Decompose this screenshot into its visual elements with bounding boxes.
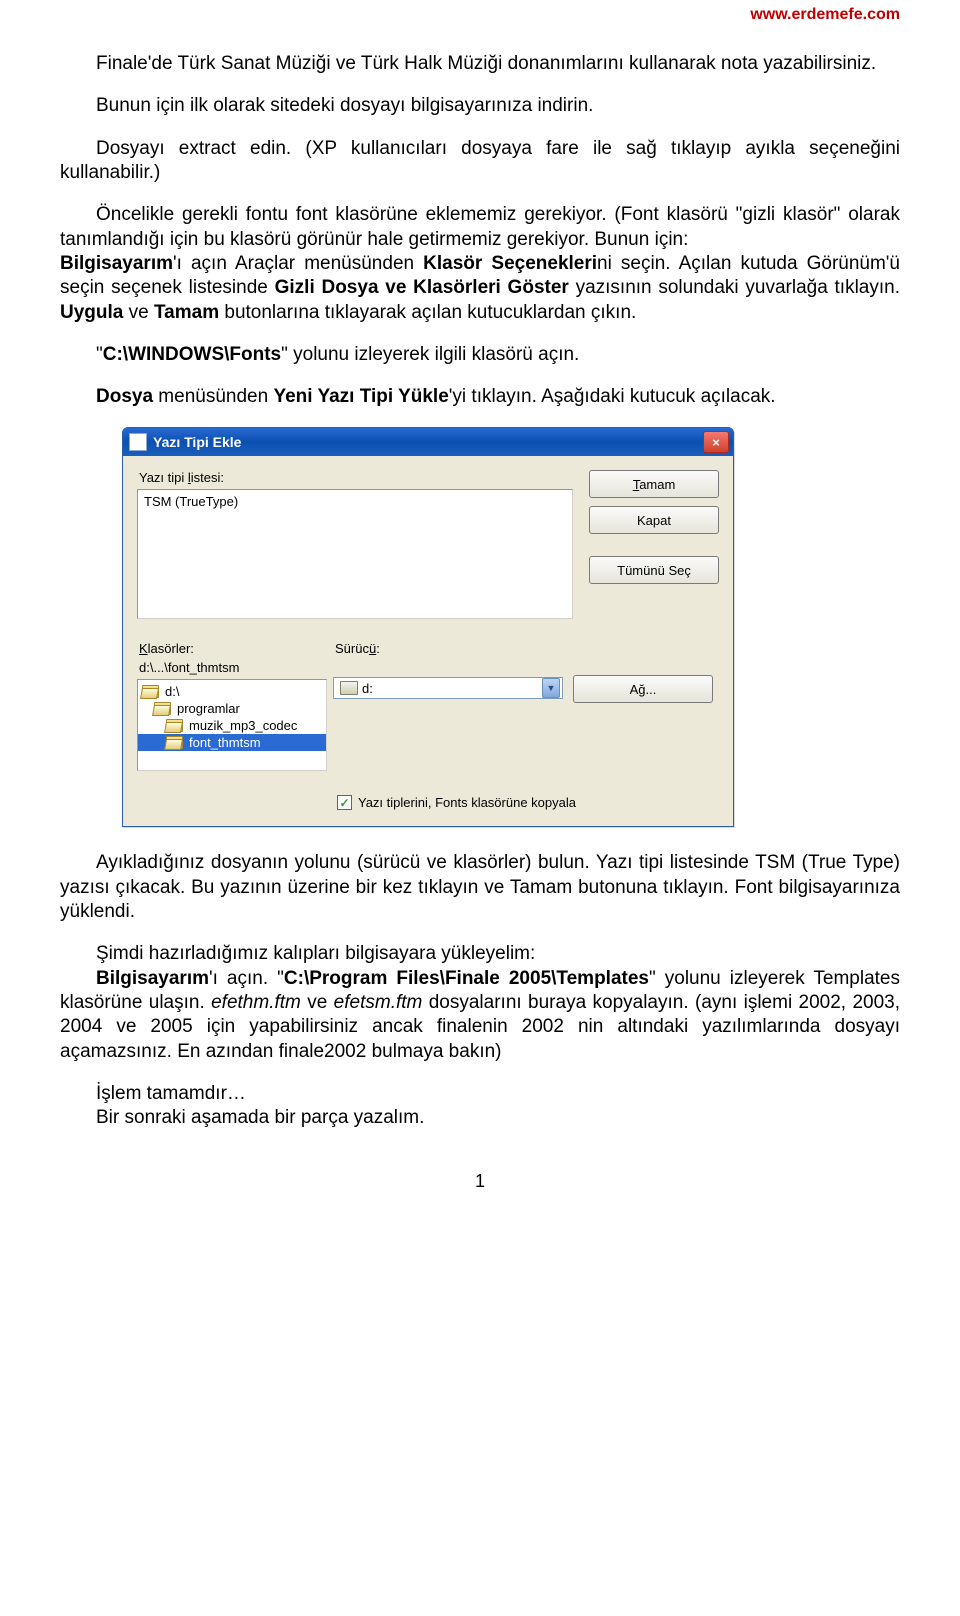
body-paragraph: Bunun için ilk olarak sitedeki dosyayı b… [60, 94, 900, 118]
text-run: yazısının solundaki yuvarlağa tıklayın. [569, 277, 900, 298]
text-run-bold: Tamam [154, 302, 219, 323]
body-paragraph: Bilgisayarım'ı açın. "C:\Program Files\F… [60, 967, 900, 1064]
folders-label: Klasörler: [139, 641, 327, 656]
body-paragraph: Öncelikle gerekli fontu font klasörüne e… [60, 203, 900, 325]
page-number: 1 [60, 1171, 900, 1192]
checkbox-checked-icon[interactable]: ✓ [337, 795, 352, 810]
folder-open-icon [166, 736, 183, 749]
header-url[interactable]: www.erdemefe.com [60, 6, 900, 24]
close-icon: × [712, 435, 720, 450]
dialog-title: Yazı Tipi Ekle [153, 434, 241, 450]
body-paragraph: Şimdi hazırladığımız kalıpları bilgisaya… [60, 942, 900, 966]
text-run: butonlarına tıklayarak açılan kutucuklar… [219, 302, 636, 323]
add-font-dialog: Yazı Tipi Ekle × Yazı tipi listesi: TSM … [122, 427, 734, 827]
checkbox-label: Yazı tiplerini, Fonts klasörüne kopyala [358, 795, 576, 810]
folder-open-icon [142, 685, 159, 698]
text-run-italic: efetsm.ftm [334, 992, 423, 1013]
dialog-titlebar[interactable]: Yazı Tipi Ekle × [123, 428, 733, 456]
close-dialog-button[interactable]: Kapat [589, 506, 719, 534]
drive-label: Sürücü: [335, 641, 563, 656]
text-run: 'ı açın Araçlar menüsünden [173, 253, 423, 274]
text-run: ve [301, 992, 334, 1013]
chevron-down-icon[interactable]: ▼ [542, 678, 560, 698]
folder-label: programlar [177, 701, 240, 716]
text-run-bold: Dosya [96, 386, 153, 407]
text-run-bold: Gizli Dosya ve Klasörleri Göster [275, 277, 569, 298]
text-run: 'yi tıklayın. Aşağıdaki kutucuk açılacak… [449, 386, 776, 407]
text-run-bold: Bilgisayarım [60, 253, 173, 274]
text-run-bold: C:\Program Files\Finale 2005\Templates [284, 968, 649, 989]
text-run: " yolunu izleyerek ilgili klasörü açın. [281, 344, 579, 365]
close-button[interactable]: × [703, 431, 729, 453]
folder-label: muzik_mp3_codec [189, 718, 297, 733]
text-run-bold: C:\WINDOWS\Fonts [103, 344, 281, 365]
folder-item[interactable]: d:\ [138, 683, 326, 700]
folders-path: d:\...\font_thmtsm [139, 660, 327, 675]
folder-label: font_thmtsm [189, 735, 261, 750]
folder-label: d:\ [165, 684, 179, 699]
folder-tree-listbox[interactable]: d:\ programlar muzik_mp3_codec font [137, 679, 327, 771]
body-paragraph: Ayıkladığınız dosyanın yolunu (sürücü ve… [60, 851, 900, 924]
text-run-bold: Yeni Yazı Tipi Yükle [273, 386, 448, 407]
folder-item[interactable]: programlar [138, 700, 326, 717]
network-button[interactable]: Ağ... [573, 675, 713, 703]
body-paragraph: "C:\WINDOWS\Fonts" yolunu izleyerek ilgi… [60, 343, 900, 367]
body-paragraph: İşlem tamamdır… [60, 1082, 900, 1106]
folder-item[interactable]: muzik_mp3_codec [138, 717, 326, 734]
folder-open-icon [166, 719, 183, 732]
font-list-label: Yazı tipi listesi: [139, 470, 573, 485]
drive-value: d: [362, 681, 373, 696]
text-run: 'ı açın. " [209, 968, 284, 989]
drive-icon [340, 681, 358, 695]
text-run: " [96, 344, 103, 365]
body-paragraph: Dosyayı extract edin. (XP kullanıcıları … [60, 137, 900, 186]
list-item[interactable]: TSM (TrueType) [144, 494, 566, 509]
text-run: ve [123, 302, 154, 323]
text-run-bold: Uygula [60, 302, 123, 323]
folder-item-selected[interactable]: font_thmtsm [138, 734, 326, 751]
text-run: Öncelikle gerekli fontu font klasörüne e… [60, 204, 900, 249]
document-page: www.erdemefe.com Finale'de Türk Sanat Mü… [0, 0, 960, 1232]
text-run: menüsünden [153, 386, 273, 407]
copy-fonts-checkbox-row[interactable]: ✓ Yazı tiplerini, Fonts klasörüne kopyal… [337, 795, 719, 810]
window-icon [129, 433, 147, 451]
ok-button[interactable]: Tamam [589, 470, 719, 498]
drive-select[interactable]: d: ▼ [333, 677, 563, 699]
folder-open-icon [154, 702, 171, 715]
font-list-listbox[interactable]: TSM (TrueType) [137, 489, 573, 619]
text-run-bold: Bilgisayarım [96, 968, 209, 989]
text-run-italic: efethm.ftm [211, 992, 301, 1013]
text-run-bold: Klasör Seçenekleri [423, 253, 597, 274]
select-all-button[interactable]: Tümünü Seç [589, 556, 719, 584]
body-paragraph: Dosya menüsünden Yeni Yazı Tipi Yükle'yi… [60, 385, 900, 409]
body-paragraph: Finale'de Türk Sanat Müziği ve Türk Halk… [60, 52, 900, 76]
body-paragraph: Bir sonraki aşamada bir parça yazalım. [60, 1106, 900, 1130]
